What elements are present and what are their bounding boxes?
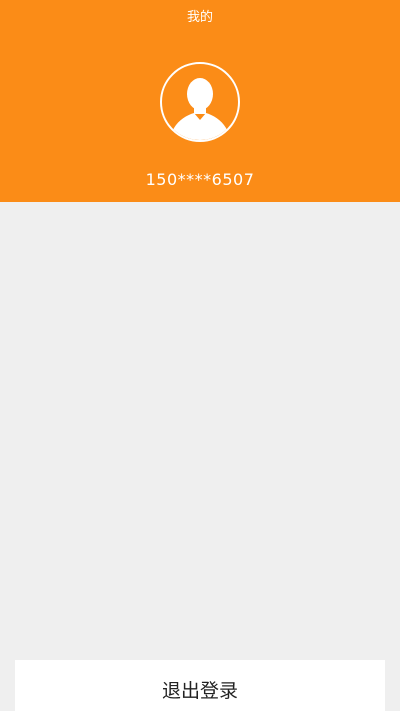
logout-button[interactable]: 退出登录 — [15, 660, 385, 711]
user-silhouette-icon — [170, 78, 230, 140]
profile-header: 我的 150****6507 — [0, 0, 400, 202]
page-title: 我的 — [186, 10, 213, 25]
profile-screen: 我的 150****6507 退出登录 — [0, 0, 400, 711]
avatar[interactable] — [160, 62, 240, 142]
phone-number: 150****6507 — [145, 170, 255, 189]
